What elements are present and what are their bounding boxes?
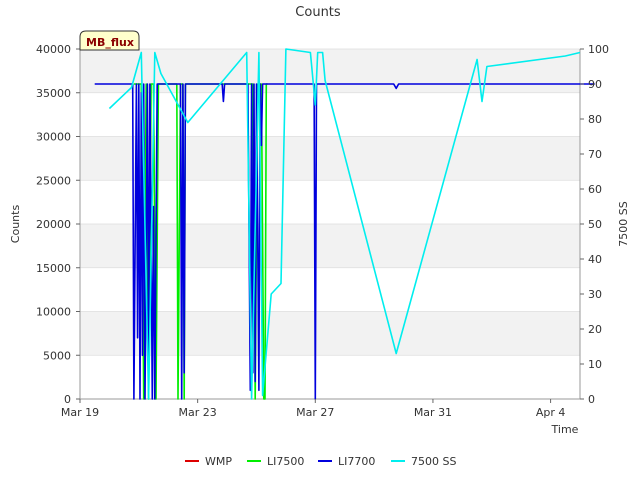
x-tick-label: Mar 19 — [61, 406, 99, 419]
y2-tick-label: 100 — [588, 43, 609, 56]
y-tick-label: 5000 — [43, 349, 71, 362]
chart-title: Counts — [295, 5, 341, 20]
y2-tick-label: 0 — [588, 393, 595, 406]
y2-tick-label: 80 — [588, 113, 602, 126]
y-tick-label: 20000 — [36, 218, 71, 231]
legend-label-li7500: LI7500 — [267, 455, 304, 468]
mb-flux-badge: MB_flux — [79, 30, 140, 51]
legend-label-wmp: WMP — [205, 455, 232, 468]
y2-tick-label: 20 — [588, 323, 602, 336]
y-tick-label: 0 — [64, 393, 71, 406]
y-tick-label: 15000 — [36, 262, 71, 275]
y-tick-label: 25000 — [36, 174, 71, 187]
x-tick-label: Apr 4 — [536, 406, 566, 419]
counts-chart: Mar 19 Mar 23 Mar 27 Mar 31 Apr 4 0500010000… — [9, 5, 630, 468]
x-tick-label: Mar 31 — [414, 406, 452, 419]
y2-tick-label: 30 — [588, 288, 602, 301]
x-axis: Mar 19 Mar 23 Mar 27 Mar 31 Apr 4 — [61, 399, 565, 419]
y-axis-right: 0 10 20 30 40 50 60 70 80 90 100 — [580, 43, 609, 406]
badge-label: MB_flux — [86, 36, 134, 49]
x-axis-label: Time — [551, 423, 579, 436]
y-tick-label: 10000 — [36, 306, 71, 319]
y-axis-left: 0 5000 10000 15000 20000 25000 30000 35000 40000 — [36, 43, 80, 406]
y2-tick-label: 60 — [588, 183, 602, 196]
y2-tick-label: 70 — [588, 148, 602, 161]
y-tick-label: 40000 — [36, 43, 71, 56]
y2-axis-label: 7500 SS — [617, 201, 630, 246]
legend: WMP LI7500 LI7700 7500 SS — [185, 455, 456, 468]
y2-tick-label: 10 — [588, 358, 602, 371]
x-tick-label: Mar 23 — [179, 406, 217, 419]
legend-label-li7700: LI7700 — [338, 455, 375, 468]
y2-tick-label: 90 — [588, 78, 602, 91]
legend-label-7500-ss: 7500 SS — [411, 455, 456, 468]
x-tick-label: Mar 27 — [296, 406, 334, 419]
y-tick-label: 30000 — [36, 131, 71, 144]
y-tick-label: 35000 — [36, 87, 71, 100]
y-axis-label: Counts — [9, 205, 22, 244]
y2-tick-label: 40 — [588, 253, 602, 266]
y2-tick-label: 50 — [588, 218, 602, 231]
